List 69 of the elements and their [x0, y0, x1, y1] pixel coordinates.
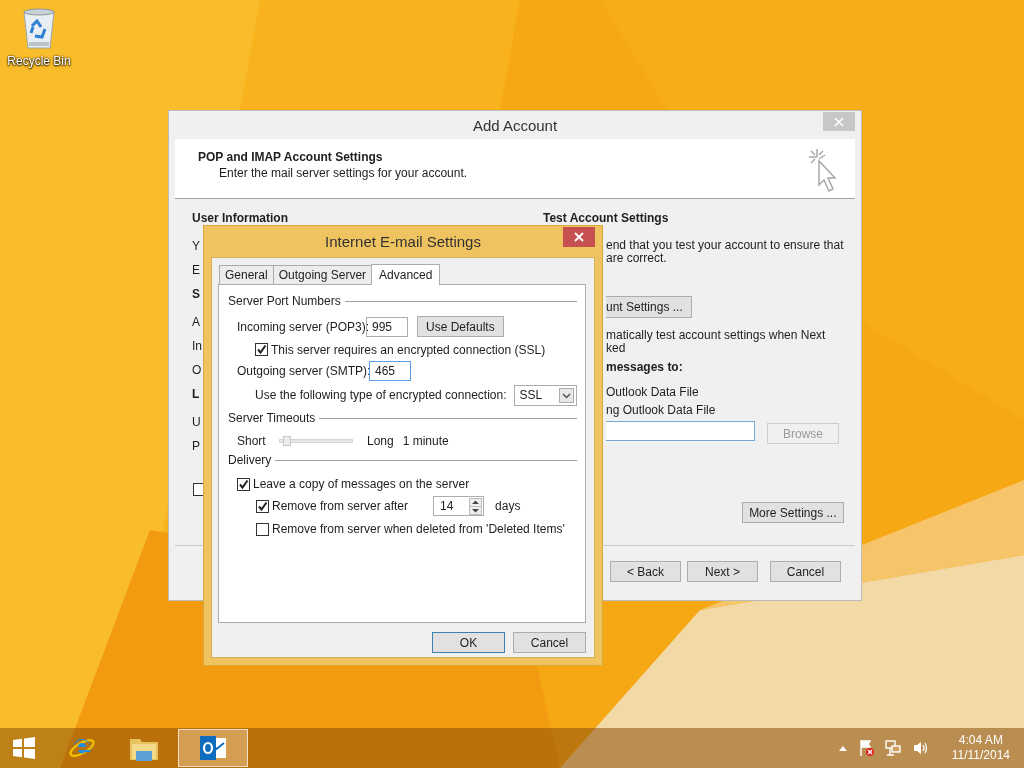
- label-text: ked: [606, 342, 626, 355]
- window-title: Add Account: [472, 116, 558, 134]
- section-heading: L: [192, 387, 200, 401]
- slider-label: Short: [237, 434, 267, 448]
- use-defaults-button[interactable]: Use Defaults: [417, 316, 504, 337]
- checkbox-label: Leave a copy of messages on the server: [253, 477, 470, 491]
- section-heading: User Information: [192, 211, 288, 225]
- group-label: Delivery: [228, 453, 272, 467]
- timeout-slider[interactable]: [279, 439, 353, 443]
- cancel-button[interactable]: Cancel: [770, 561, 841, 582]
- label-text: are correct.: [606, 252, 667, 265]
- checkbox[interactable]: [256, 522, 269, 536]
- field-label: A: [192, 315, 200, 329]
- number-spinner[interactable]: 14: [433, 496, 485, 516]
- back-button[interactable]: < Back: [610, 561, 681, 582]
- recycle-bin-icon[interactable]: [21, 6, 57, 50]
- port-field[interactable]: 465: [369, 361, 411, 381]
- tab[interactable]: General: [219, 265, 274, 284]
- mail-icon: [198, 733, 228, 763]
- unit-label: days: [495, 499, 521, 513]
- network-icon[interactable]: [883, 739, 902, 757]
- cancel-button[interactable]: Cancel: [513, 632, 586, 653]
- slider-label: Long: [367, 434, 394, 448]
- tab[interactable]: Outgoing Server: [272, 265, 373, 284]
- spinner-arrows-icon[interactable]: [469, 497, 483, 515]
- ok-button[interactable]: OK: [432, 632, 505, 653]
- windows-logo-icon: [11, 735, 37, 761]
- more-settings-button[interactable]: More Settings ...: [742, 502, 844, 523]
- label-text: end that you test your account to ensure that: [606, 239, 844, 252]
- slider-thumb[interactable]: [283, 436, 292, 446]
- checkbox[interactable]: [237, 477, 250, 491]
- close-button[interactable]: [563, 227, 595, 247]
- checkbox-label: This server requires an encrypted connection (SSL): [271, 342, 546, 357]
- window-title: Internet E-mail Settings: [325, 233, 481, 250]
- field-label: Y: [192, 239, 200, 253]
- section-heading: POP and IMAP Account Settings: [198, 150, 384, 164]
- taskbar-button[interactable]: [178, 729, 248, 767]
- field-label: In: [192, 339, 202, 353]
- label-text: ng Outlook Data File: [606, 404, 716, 417]
- checkbox[interactable]: [256, 499, 269, 513]
- timeout-value: 1 minute: [402, 434, 449, 448]
- flag-icon[interactable]: [857, 739, 874, 757]
- text-field[interactable]: [606, 421, 755, 441]
- section-heading: messages to:: [606, 360, 683, 374]
- label-text: matically test account settings when Next: [606, 329, 826, 342]
- field-label: E: [192, 263, 200, 277]
- field-label: P: [192, 439, 200, 453]
- section-heading: S: [192, 287, 200, 301]
- field-label: U: [192, 415, 201, 429]
- checkbox-label: Remove from server when deleted from 'Deleted Items': [272, 522, 565, 536]
- speaker-icon[interactable]: [911, 740, 930, 756]
- test-settings-button[interactable]: unt Settings ...: [606, 296, 692, 318]
- port-field[interactable]: 995: [366, 316, 408, 337]
- section-description: Enter the mail server settings for your account.: [218, 166, 468, 180]
- checkbox[interactable]: [255, 343, 268, 356]
- field-label: Use the following type of encrypted connection:: [255, 388, 507, 402]
- group-label: Server Timeouts: [228, 411, 316, 425]
- close-icon[interactable]: [574, 232, 584, 242]
- next-button[interactable]: Next >: [687, 561, 758, 582]
- tab[interactable]: Advanced: [371, 264, 441, 285]
- group-label: Server Port Numbers: [228, 294, 341, 308]
- caret-icon[interactable]: [559, 387, 574, 403]
- show-hidden-icons-icon[interactable]: [837, 744, 848, 752]
- field-label: O: [192, 363, 202, 377]
- label-text: Outlook Data File: [606, 386, 699, 399]
- section-heading: Test Account Settings: [543, 211, 669, 225]
- encryption-dropdown[interactable]: SSL: [514, 384, 577, 406]
- checkbox-label: Remove from server after: [272, 499, 409, 513]
- field-label: Incoming server (POP3):: [237, 319, 366, 334]
